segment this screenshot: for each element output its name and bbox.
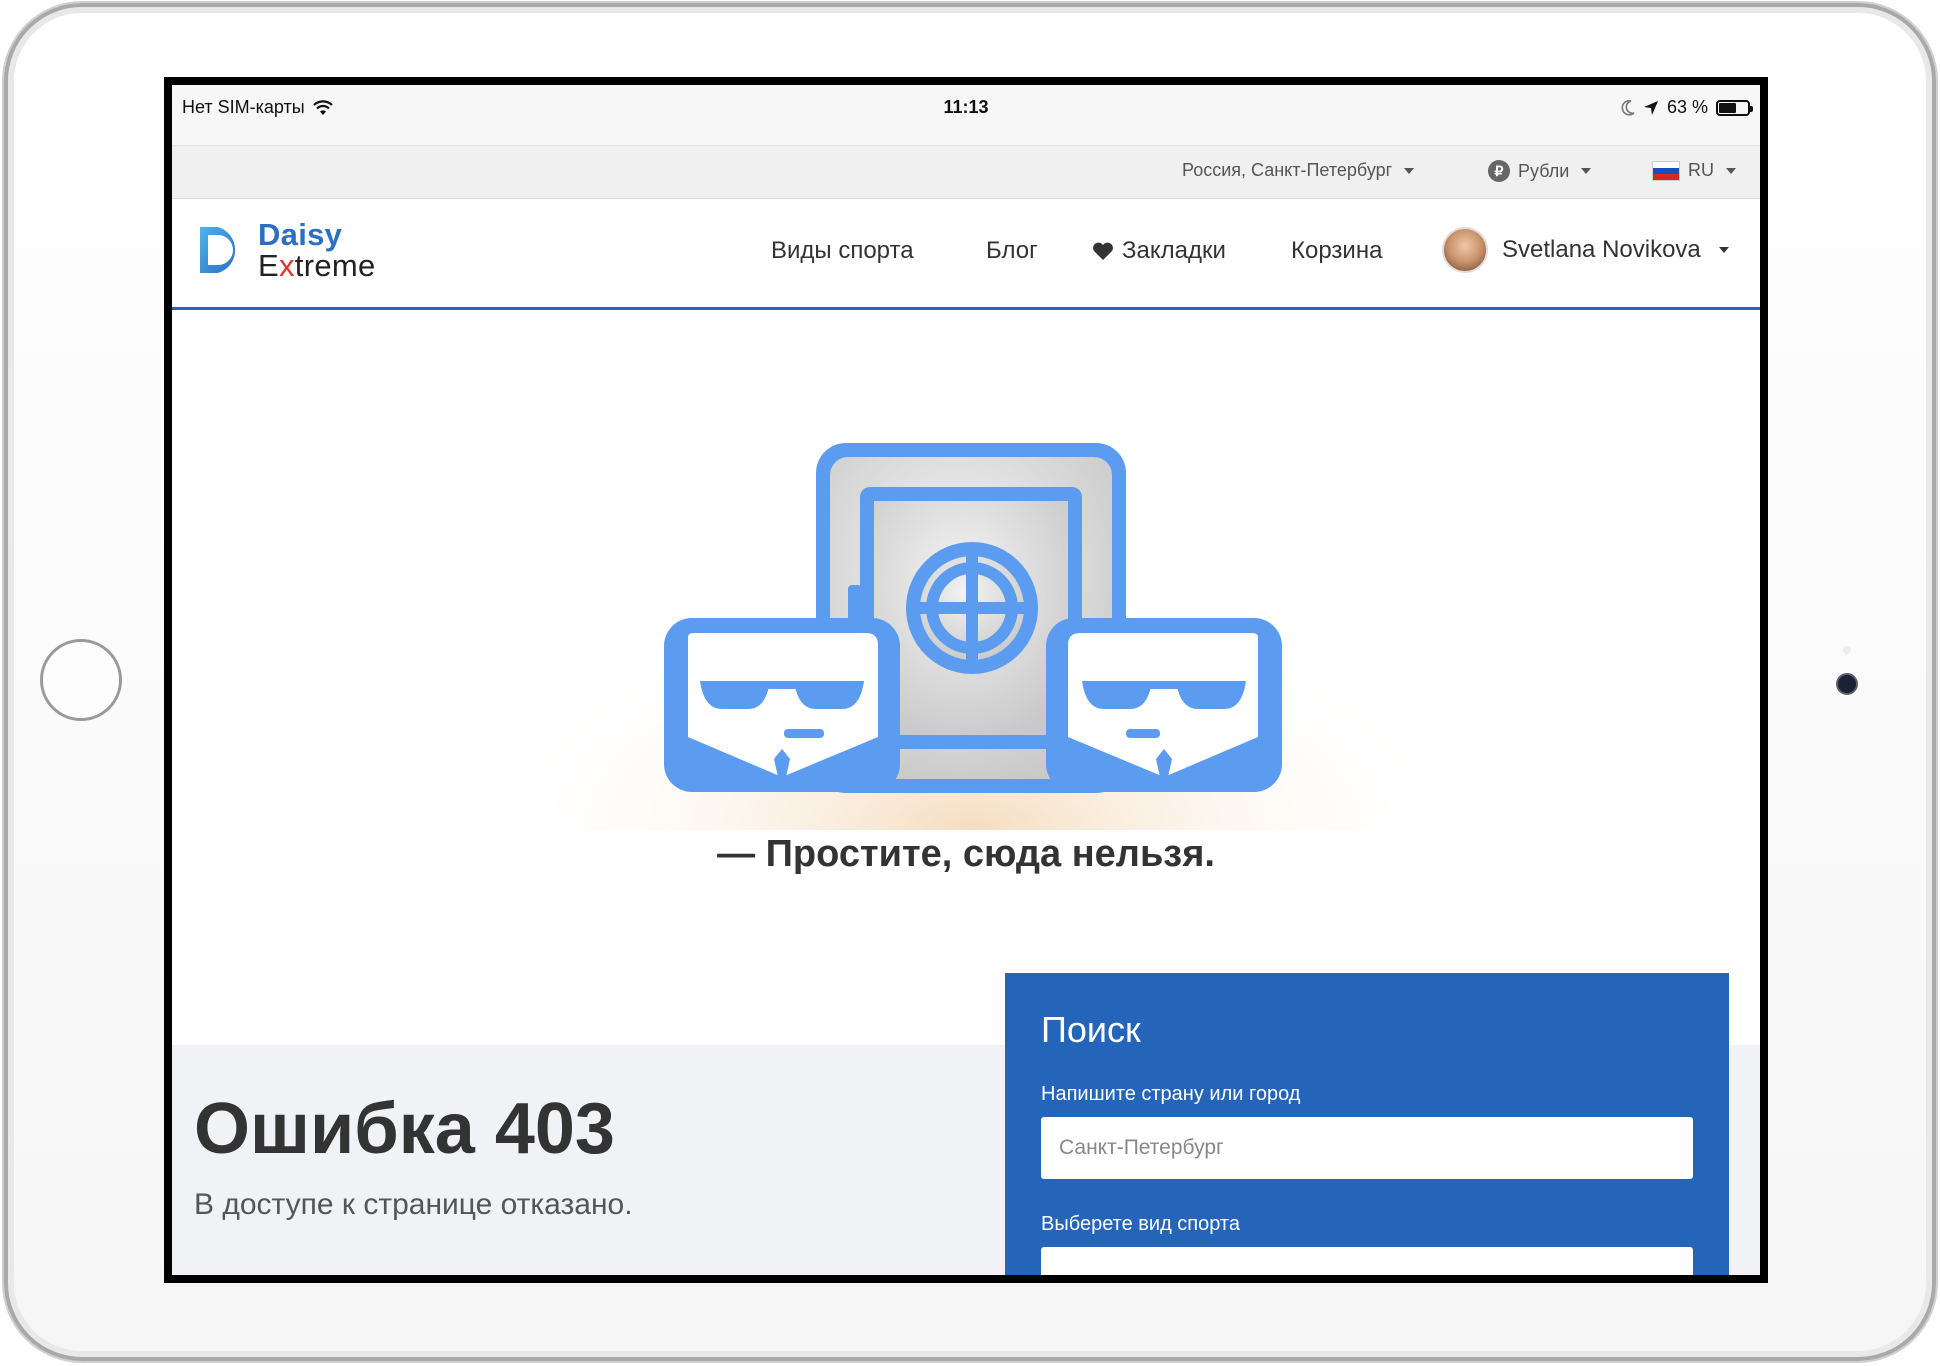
user-name: Svetlana Novikova	[1502, 236, 1701, 263]
russia-flag-icon	[1652, 160, 1680, 181]
logo-extreme-text: Extreme	[258, 248, 376, 283]
avatar	[1442, 227, 1488, 273]
site-logo[interactable]: Daisy Extreme	[194, 219, 376, 281]
moon-icon	[1621, 99, 1635, 116]
left-guard-icon	[664, 618, 900, 792]
nav-cart[interactable]: Корзина	[1291, 237, 1382, 265]
nav-bookmarks-label: Закладки	[1122, 237, 1226, 264]
location-arrow-icon	[1643, 100, 1658, 115]
screen-bezel: Нет SIM-карты 11:13 63 % Россия, Санкт-П…	[164, 77, 1768, 1283]
battery-percent: 63 %	[1666, 97, 1708, 117]
sport-field-label: Выберете вид спорта	[1041, 1213, 1240, 1235]
nav-blog[interactable]: Блог	[986, 237, 1038, 265]
apology-text: — Простите, сюда нельзя.	[717, 833, 1215, 875]
chevron-down-icon	[1404, 167, 1415, 174]
currency-selector[interactable]: ₽ Рубли	[1488, 160, 1592, 182]
language-label: RU	[1688, 160, 1714, 180]
light-sensor	[1843, 646, 1851, 654]
user-menu[interactable]: Svetlana Novikova	[1442, 227, 1729, 273]
search-title: Поиск	[1041, 1009, 1141, 1050]
nav-blog-label: Блог	[986, 237, 1038, 264]
error-subtitle: В доступе к странице отказано.	[194, 1188, 633, 1221]
language-selector[interactable]: RU	[1652, 160, 1736, 181]
nav-sports[interactable]: Виды спорта	[771, 237, 914, 265]
logo-daisy-text: Daisy	[258, 217, 343, 252]
ruble-icon: ₽	[1488, 160, 1510, 182]
home-button[interactable]	[40, 639, 122, 721]
browser-viewport: Нет SIM-карты 11:13 63 % Россия, Санкт-П…	[172, 85, 1760, 1275]
nav-sports-label: Виды спорта	[771, 237, 914, 264]
heart-icon	[1093, 242, 1113, 260]
forbidden-illustration	[512, 443, 1432, 875]
chevron-down-icon	[1726, 167, 1736, 174]
right-guard-icon	[1046, 618, 1282, 792]
search-panel: Поиск Напишите страну или город Выберете…	[1005, 973, 1729, 1275]
chevron-down-icon	[1581, 168, 1592, 174]
currency-label: Рубли	[1518, 160, 1570, 181]
status-bar: Нет SIM-карты 11:13 63 %	[172, 85, 1760, 145]
nav-bookmarks[interactable]: Закладки	[1092, 237, 1226, 265]
front-camera	[1836, 673, 1858, 695]
location-selector[interactable]: Россия, Санкт-Петербург	[1182, 160, 1415, 181]
logo-mark-icon	[200, 227, 236, 273]
battery-icon	[1716, 99, 1753, 116]
location-input[interactable]	[1041, 1117, 1693, 1179]
main-navbar: Daisy Extreme Виды спорта Блог Закладки …	[172, 199, 1760, 310]
location-label: Россия, Санкт-Петербург	[1182, 160, 1393, 180]
error-title: Ошибка 403	[194, 1089, 615, 1169]
nav-cart-label: Корзина	[1291, 237, 1383, 264]
chevron-down-icon	[1718, 247, 1729, 253]
sport-select[interactable]	[1041, 1247, 1693, 1275]
utility-bar: Россия, Санкт-Петербург ₽ Рубли RU	[172, 145, 1760, 199]
location-field-label: Напишите страну или город	[1041, 1083, 1301, 1105]
clock: 11:13	[943, 97, 989, 117]
